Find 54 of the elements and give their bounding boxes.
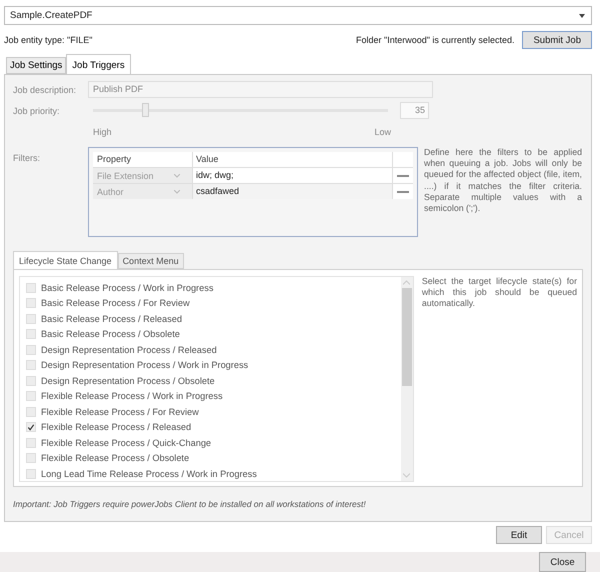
tab[interactable]: Context Menu xyxy=(118,253,184,269)
lifecycle-state-label[interactable]: Basic Release Process / Released xyxy=(41,314,182,324)
lifecycle-state-label[interactable]: Long Lead Time Release Process / Work in Progress xyxy=(41,468,257,479)
scroll-down-icon[interactable] xyxy=(403,473,410,478)
submit-job-button[interactable]: Submit Job xyxy=(522,31,592,49)
scroll-up-icon[interactable] xyxy=(403,280,410,285)
value-field[interactable]: idw; dwg; xyxy=(193,168,392,183)
lifecycle-state-label[interactable]: Flexible Release Process / Obsolete xyxy=(41,453,190,464)
entity-type-label: Job entity type: "FILE" xyxy=(4,35,92,45)
checkbox[interactable] xyxy=(26,298,36,308)
checkbox[interactable] xyxy=(26,438,36,448)
lifecycle-state-label[interactable]: Flexible Release Process / Released xyxy=(41,422,192,432)
filters-help-text: Define here the filters to be applied when queuing a job. Jobs will only be queued for the affected object (file, item, ....) if it matches the filter criteria. Separate multiple values with a semicolon (';'). xyxy=(424,147,582,214)
field-label: Job description: xyxy=(13,84,78,94)
lifecycle-state-label[interactable]: Basic Release Process / Obsolete xyxy=(41,329,180,340)
field-label: Filters: xyxy=(13,153,41,163)
lifecycle-state-label[interactable]: Flexible Release Process / Quick-Change xyxy=(41,438,212,448)
checkbox[interactable] xyxy=(26,282,36,293)
column-header: Value xyxy=(195,153,220,166)
checkbox[interactable] xyxy=(26,329,36,340)
caret-icon xyxy=(579,14,585,18)
checkbox[interactable] xyxy=(26,344,36,355)
important-note: Important: Job Triggers require powerJobs Client to be installed on all workstations of interest! xyxy=(13,499,367,509)
chevron-icon xyxy=(174,190,180,194)
job-type-dropdown[interactable]: Sample.CreatePDF xyxy=(4,6,592,25)
field-label: Job priority: xyxy=(13,106,61,116)
checkbox[interactable] xyxy=(26,453,36,464)
dialog-button[interactable]: Edit xyxy=(496,526,542,544)
checkbox[interactable] xyxy=(26,314,36,324)
lifecycle-state-label[interactable]: Design Representation Process / Work in Progress xyxy=(41,360,248,370)
tab[interactable]: Lifecycle State Change xyxy=(13,251,118,269)
lifecycle-state-label[interactable]: Design Representation Process / Released xyxy=(41,344,217,355)
lifecycle-help-text: Select the target lifecycle state(s) for which this job should be queued automatically. xyxy=(422,276,577,310)
scrollbar[interactable] xyxy=(400,277,413,481)
lifecycle-state-label[interactable]: Basic Release Process / For Review xyxy=(41,298,190,308)
checkbox[interactable] xyxy=(26,376,36,386)
tab[interactable]: Job Settings xyxy=(6,57,66,74)
checkbox[interactable] xyxy=(26,468,36,479)
lifecycle-state-label[interactable]: Flexible Release Process / Work in Progress xyxy=(41,391,223,402)
close-button[interactable]: Close xyxy=(539,552,586,572)
column-header: Property xyxy=(93,152,193,167)
slider-max-label: Low xyxy=(374,127,391,137)
slider-thumb[interactable] xyxy=(142,103,150,117)
slider-min-label: High xyxy=(93,127,112,137)
lifecycle-state-label[interactable]: Flexible Release Process / For Review xyxy=(41,406,199,417)
folder-status-text: Folder "Interwood" is currently selected. xyxy=(356,35,514,45)
checkbox[interactable] xyxy=(26,360,36,370)
lifecycle-state-label[interactable]: Basic Release Process / Work in Progress xyxy=(41,282,214,293)
lifecycle-state-label[interactable]: Design Representation Process / Obsolete xyxy=(41,376,215,386)
tab[interactable]: Job Triggers xyxy=(66,54,131,74)
chevron-icon xyxy=(174,174,180,178)
checkbox[interactable] xyxy=(26,391,36,402)
checkbox[interactable] xyxy=(26,422,36,432)
checkbox[interactable] xyxy=(26,406,36,417)
